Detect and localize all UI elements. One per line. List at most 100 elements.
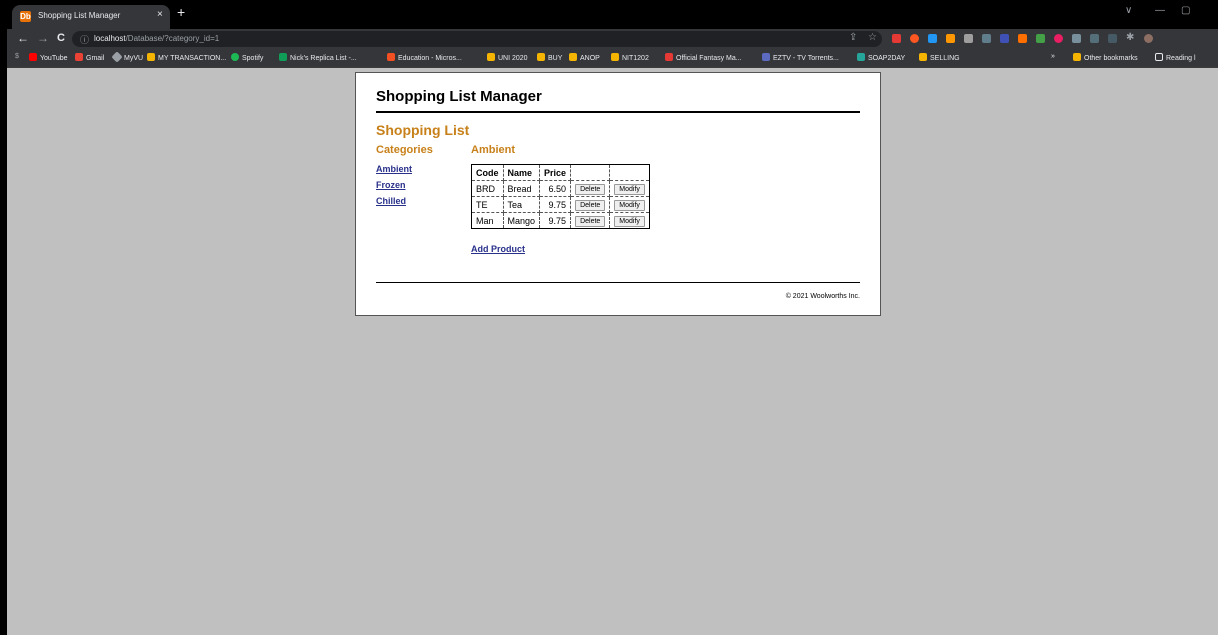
bookmark-selling[interactable]: SELLING <box>919 53 960 62</box>
share-icon[interactable]: ⇪ <box>849 32 857 43</box>
fantasy-icon <box>665 53 673 61</box>
cell-name: Mango <box>502 212 541 229</box>
bookmark-soap2day[interactable]: SOAP2DAY <box>857 53 905 62</box>
bookmark-youtube[interactable]: YouTube <box>29 53 68 62</box>
category-link-ambient[interactable]: Ambient <box>376 164 412 174</box>
reload-icon[interactable]: C <box>57 32 65 44</box>
modify-button[interactable]: Modify <box>614 215 645 227</box>
column-header-code: Code <box>471 164 504 181</box>
folder-icon <box>569 53 577 61</box>
reading-list-icon <box>1155 53 1163 61</box>
delete-button[interactable]: Delete <box>575 183 606 195</box>
apps-icon[interactable]: $ <box>15 53 19 60</box>
bookmark-label: UNI 2020 <box>498 55 528 62</box>
browser-window: Db Shopping List Manager × + ∨ — ▢ ← → C… <box>7 0 1218 635</box>
extension-icon[interactable] <box>892 34 901 43</box>
reading-list-label: Reading l <box>1166 55 1196 62</box>
divider <box>376 111 860 113</box>
extension-icon[interactable] <box>928 34 937 43</box>
bookmark-fantasy[interactable]: Official Fantasy Ma... <box>665 53 742 62</box>
table-header-row: Code Name Price <box>471 164 650 181</box>
category-link-chilled[interactable]: Chilled <box>376 196 406 206</box>
back-icon[interactable]: ← <box>17 31 29 45</box>
extension-icon[interactable] <box>946 34 955 43</box>
microsoft-icon <box>387 53 395 61</box>
bookmark-myvu[interactable]: MyVU <box>111 51 144 63</box>
bookmark-star-icon[interactable]: ☆ <box>868 32 877 43</box>
cell-name: Tea <box>502 196 541 213</box>
profile-avatar-icon[interactable] <box>1144 34 1153 43</box>
minimize-icon[interactable]: — <box>1155 5 1165 16</box>
tab-shopping-list[interactable]: Db Shopping List Manager × <box>12 5 170 29</box>
column-header-name: Name <box>502 164 541 181</box>
bookmark-label: Official Fantasy Ma... <box>676 55 742 62</box>
extension-icon[interactable] <box>982 34 991 43</box>
folder-icon <box>919 53 927 61</box>
reading-list[interactable]: Reading l <box>1155 53 1196 62</box>
page-viewport: Shopping List Manager Shopping List Cate… <box>7 68 1218 635</box>
bookmark-label: ANOP <box>580 55 600 62</box>
transaction-icon <box>147 53 155 61</box>
bookmark-label: Education - Micros... <box>398 55 462 62</box>
bookmark-label: Spotify <box>242 55 264 62</box>
bookmark-eztv[interactable]: EZTV - TV Torrents... <box>762 53 839 62</box>
extension-icon[interactable] <box>964 34 973 43</box>
extension-icon[interactable] <box>1036 34 1045 43</box>
browser-toolbar: ← → C ⓘ localhost/Database/?category_id=… <box>7 29 1218 49</box>
delete-button[interactable]: Delete <box>575 215 606 227</box>
tab-title: Shopping List Manager <box>38 11 121 20</box>
folder-icon <box>611 53 619 61</box>
cell-delete: Delete <box>570 196 611 213</box>
cell-code: TE <box>471 196 504 213</box>
address-bar[interactable]: ⓘ localhost/Database/?category_id=1 <box>72 31 882 47</box>
bookmarks-overflow-icon[interactable]: » <box>1051 53 1055 60</box>
bookmark-my-transaction[interactable]: MY TRANSACTION... <box>147 53 226 62</box>
cell-price: 9.75 <box>539 212 572 229</box>
tab-strip: Db Shopping List Manager × + ∨ — ▢ <box>7 0 1218 29</box>
extension-icon[interactable] <box>1108 34 1117 43</box>
add-product-link[interactable]: Add Product <box>471 244 525 254</box>
bookmark-label: YouTube <box>40 55 68 62</box>
column-header-modify <box>609 164 650 181</box>
bookmark-education[interactable]: Education - Micros... <box>387 53 462 62</box>
database-icon: Db <box>20 11 31 22</box>
extension-icon[interactable] <box>1090 34 1099 43</box>
bookmark-gmail[interactable]: Gmail <box>75 53 104 62</box>
url-text: localhost/Database/?category_id=1 <box>94 34 219 43</box>
bookmark-uni-2020[interactable]: UNI 2020 <box>487 53 528 62</box>
extension-icon[interactable] <box>1018 34 1027 43</box>
extension-icon[interactable] <box>1054 34 1063 43</box>
new-tab-icon[interactable]: + <box>177 4 185 20</box>
divider <box>376 282 860 283</box>
cell-modify: Modify <box>609 196 650 213</box>
bookmark-label: MyVU <box>124 55 144 62</box>
cell-price: 6.50 <box>539 180 572 197</box>
maximize-icon[interactable]: ▢ <box>1181 5 1190 16</box>
bookmark-label: NIT1202 <box>622 55 649 62</box>
tab-search-icon[interactable]: ∨ <box>1125 5 1132 16</box>
products-table: Code Name Price BRD Bread 6.50 Delete Mo… <box>471 164 650 229</box>
extension-icon[interactable] <box>1000 34 1009 43</box>
bookmark-anop[interactable]: ANOP <box>569 53 600 62</box>
extensions-puzzle-icon[interactable]: ✱ <box>1126 32 1134 43</box>
close-icon[interactable]: × <box>157 9 163 20</box>
bookmark-label: EZTV - TV Torrents... <box>773 55 839 62</box>
selected-category-heading: Ambient <box>471 144 515 156</box>
folder-icon <box>1073 53 1081 61</box>
extension-icon[interactable] <box>910 34 919 43</box>
bookmark-buy[interactable]: BUY <box>537 53 562 62</box>
forward-icon[interactable]: → <box>37 31 49 45</box>
bookmark-label: Other bookmarks <box>1084 55 1138 62</box>
extension-icon[interactable] <box>1072 34 1081 43</box>
bookmark-nit1202[interactable]: NIT1202 <box>611 53 649 62</box>
modify-button[interactable]: Modify <box>614 199 645 211</box>
bookmark-nicks-replica[interactable]: Nick's Replica List -... <box>279 53 357 62</box>
category-link-frozen[interactable]: Frozen <box>376 180 406 190</box>
delete-button[interactable]: Delete <box>575 199 606 211</box>
bookmark-other[interactable]: Other bookmarks <box>1073 53 1138 62</box>
bookmark-label: Gmail <box>86 55 105 62</box>
info-icon[interactable]: ⓘ <box>80 33 89 46</box>
bookmark-spotify[interactable]: Spotify <box>231 53 263 62</box>
modify-button[interactable]: Modify <box>614 183 645 195</box>
bookmark-label: MY TRANSACTION... <box>158 55 227 62</box>
